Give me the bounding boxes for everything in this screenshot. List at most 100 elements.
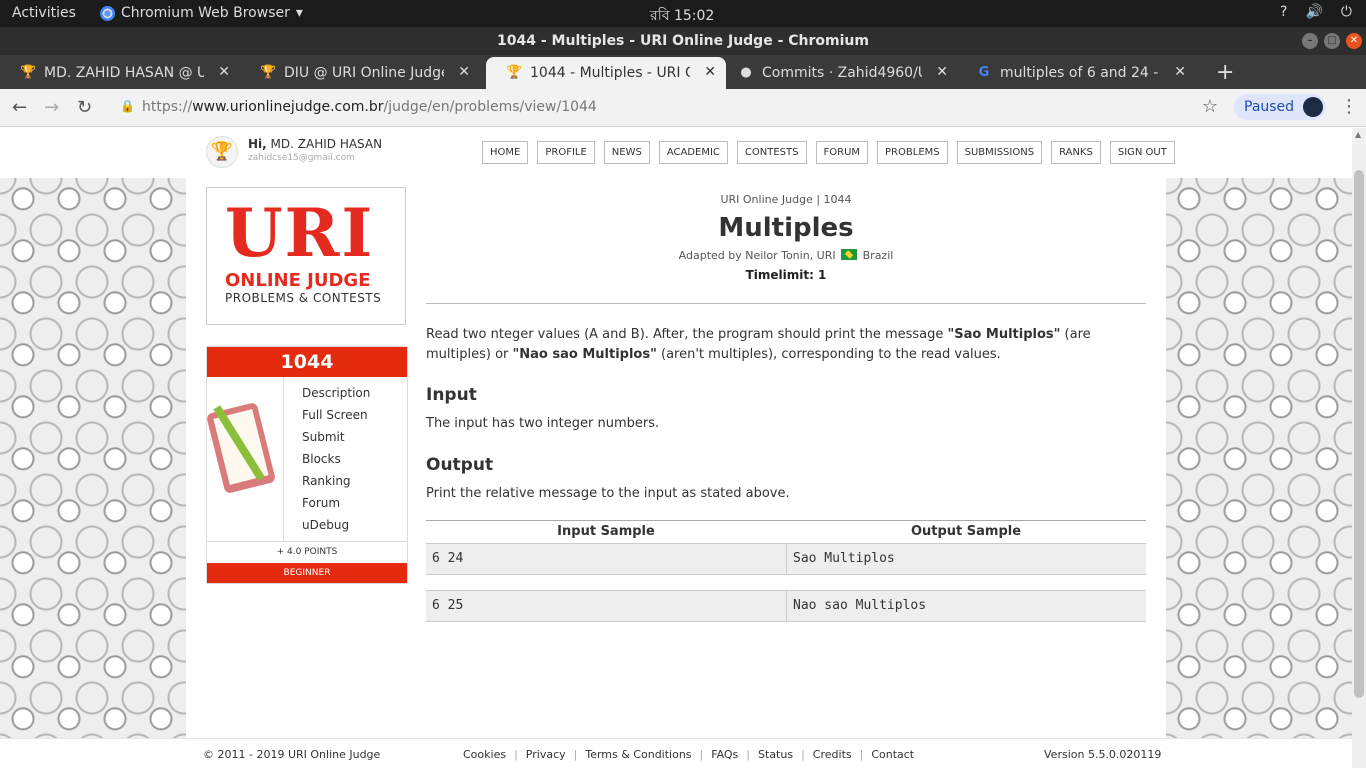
input-text: The input has two integer numbers. <box>426 416 660 431</box>
trophy-icon: 🏆 <box>20 65 37 80</box>
problem-points: + 4.0 POINTS <box>207 541 407 563</box>
footer-link-terms[interactable]: Terms & Conditions <box>585 748 691 761</box>
scrollbar-thumb[interactable] <box>1354 170 1364 698</box>
menu-udebug[interactable]: uDebug <box>302 517 370 539</box>
sample-table-header: Input Sample Output Sample <box>426 520 1146 543</box>
clipboard-icon <box>205 387 281 507</box>
tab-multiples[interactable]: 🏆 1044 - Multiples - URI Online Judge ✕ <box>486 57 726 89</box>
logo-subtitle: ONLINE JUDGE <box>225 270 371 291</box>
power-icon[interactable]: ⏻ <box>1341 4 1352 20</box>
menu-description[interactable]: Description <box>302 385 370 407</box>
profile-status-label: Paused <box>1244 99 1295 115</box>
forward-icon[interactable]: → <box>44 97 59 118</box>
scroll-up-icon[interactable]: ▲ <box>1355 130 1361 139</box>
nav-news[interactable]: NEWS <box>603 141 650 164</box>
footer-link-faqs[interactable]: FAQs <box>711 748 738 761</box>
clock[interactable]: রবি 15:02 <box>650 4 714 28</box>
lock-icon[interactable]: 🔒 <box>120 99 135 113</box>
url-text[interactable]: https://www.urionlinejudge.com.br/judge/… <box>142 99 597 115</box>
activities-button[interactable]: Activities <box>12 5 76 21</box>
close-tab-icon[interactable]: ✕ <box>704 64 716 80</box>
background-pattern-right <box>1166 178 1352 738</box>
browser-toolbar: ← → ↻ 🔒 https://www.urionlinejudge.com.b… <box>0 89 1366 127</box>
reload-icon[interactable]: ↻ <box>77 97 92 118</box>
menu-full-screen[interactable]: Full Screen <box>302 407 370 429</box>
tab-label: multiples of 6 and 24 - Goo <box>1000 65 1160 81</box>
problem-number: 1044 <box>207 347 407 377</box>
main-content: URI ONLINE JUDGE PROBLEMS & CONTESTS 104… <box>186 178 1166 738</box>
problem-card: 1044 Description Full Screen Submit Bloc… <box>205 346 408 584</box>
os-top-panel: Activities Chromium Web Browser ▾ রবি 15… <box>0 0 1366 27</box>
close-window-icon[interactable]: ✕ <box>1346 33 1362 49</box>
footer-link-credits[interactable]: Credits <box>813 748 852 761</box>
tab-label: DIU @ URI Online Judge <box>284 65 444 81</box>
volume-icon[interactable]: 🔊 <box>1305 4 1322 20</box>
close-tab-icon[interactable]: ✕ <box>218 64 230 80</box>
chevron-down-icon: ▾ <box>295 5 303 21</box>
divider <box>283 377 284 541</box>
menu-blocks[interactable]: Blocks <box>302 451 370 473</box>
sample-output: Sao Multiplos <box>786 544 1146 574</box>
column-header: Input Sample <box>557 524 655 539</box>
output-text: Print the relative message to the input … <box>426 486 790 501</box>
footer-link-cookies[interactable]: Cookies <box>463 748 506 761</box>
nav-profile[interactable]: PROFILE <box>537 141 595 164</box>
footer-link-privacy[interactable]: Privacy <box>526 748 566 761</box>
breadcrumb: URI Online Judge | 1044 <box>720 193 852 206</box>
nav-problems[interactable]: PROBLEMS <box>877 141 948 164</box>
footer-links: Cookies | Privacy | Terms & Conditions | FA… <box>463 748 915 761</box>
nav-academic[interactable]: ACADEMIC <box>658 141 728 164</box>
trophy-icon: 🏆 <box>260 65 277 80</box>
site-logo[interactable]: URI ONLINE JUDGE PROBLEMS & CONTESTS <box>206 187 406 325</box>
page-title: Multiples <box>718 213 854 243</box>
page-scrollbar[interactable]: ▲ <box>1352 128 1366 768</box>
user-avatar[interactable]: 🏆 <box>206 136 238 168</box>
tab-google-search[interactable]: G multiples of 6 and 24 - Goo ✕ <box>956 57 1196 89</box>
menu-ranking[interactable]: Ranking <box>302 473 370 495</box>
address-bar[interactable]: 🔒 https://www.urionlinejudge.com.br/judg… <box>112 94 1222 122</box>
footer-link-status[interactable]: Status <box>758 748 793 761</box>
help-icon[interactable]: ? <box>1280 4 1287 20</box>
new-tab-icon[interactable]: + <box>1216 60 1234 85</box>
sample-table: Input Sample Output Sample 6 24 Sao Mult… <box>426 520 1146 622</box>
close-tab-icon[interactable]: ✕ <box>936 64 948 80</box>
table-row: 6 24 Sao Multiplos <box>426 543 1146 575</box>
back-icon[interactable]: ← <box>12 97 27 118</box>
tab-label: MD. ZAHID HASAN @ URI <box>44 65 204 81</box>
close-tab-icon[interactable]: ✕ <box>458 64 470 80</box>
version: Version 5.5.0.020119 <box>1044 748 1162 761</box>
menu-forum[interactable]: Forum <box>302 495 370 517</box>
copyright: © 2011 - 2019 URI Online Judge <box>203 748 381 761</box>
main-nav: HOME PROFILE NEWS ACADEMIC CONTESTS FORU… <box>482 141 1175 164</box>
menu-submit[interactable]: Submit <box>302 429 370 451</box>
close-tab-icon[interactable]: ✕ <box>1174 64 1186 80</box>
problem-statement: Read two nteger values (A and B). After,… <box>426 327 1091 362</box>
nav-ranks[interactable]: RANKS <box>1051 141 1101 164</box>
nav-contests[interactable]: CONTESTS <box>736 141 807 164</box>
nav-sign-out[interactable]: SIGN OUT <box>1109 141 1175 164</box>
site-header: 🏆 Hi, MD. ZAHID HASAN zahidcse15@gmail.c… <box>0 128 1352 178</box>
column-header: Output Sample <box>910 524 1022 539</box>
menu-dots-icon[interactable]: ⋮ <box>1340 96 1358 117</box>
nav-forum[interactable]: FORUM <box>815 141 869 164</box>
system-tray[interactable]: ? 🔊 ⏻ <box>1280 4 1352 20</box>
logo-text: URI <box>225 194 375 272</box>
tab-github-commits[interactable]: ● Commits · Zahid4960/Uri_ ✕ <box>718 57 958 89</box>
problem-menu: Description Full Screen Submit Blocks Ra… <box>302 385 370 539</box>
profile-avatar-icon <box>1303 97 1323 117</box>
nav-submissions[interactable]: SUBMISSIONS <box>956 141 1043 164</box>
app-menu[interactable]: Chromium Web Browser ▾ <box>100 5 303 21</box>
input-heading: Input <box>426 385 477 405</box>
minimize-icon[interactable]: – <box>1302 33 1318 49</box>
problem-level: BEGINNER <box>207 563 407 583</box>
footer-link-contact[interactable]: Contact <box>871 748 914 761</box>
sample-output: Nao sao Multiplos <box>786 591 1146 621</box>
maximize-icon[interactable]: □ <box>1324 33 1340 49</box>
profile-paused-button[interactable]: Paused <box>1234 94 1326 120</box>
trophy-icon: 🏆 <box>506 65 523 80</box>
tab-profile[interactable]: 🏆 MD. ZAHID HASAN @ URI ✕ <box>0 57 240 89</box>
tab-diu[interactable]: 🏆 DIU @ URI Online Judge ✕ <box>240 57 480 89</box>
nav-home[interactable]: HOME <box>482 141 529 164</box>
bookmark-star-icon[interactable]: ☆ <box>1202 96 1218 117</box>
window-title-bar[interactable]: 1044 - Multiples - URI Online Judge - Ch… <box>0 27 1366 55</box>
